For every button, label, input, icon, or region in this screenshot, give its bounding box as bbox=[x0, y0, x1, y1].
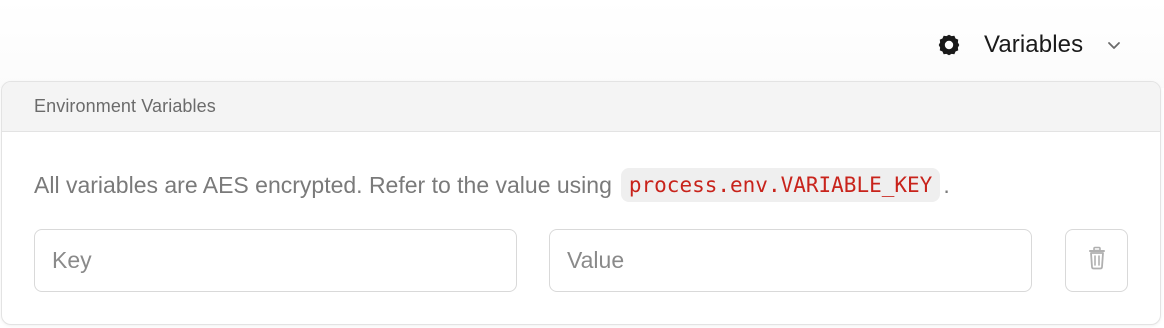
value-input[interactable] bbox=[549, 229, 1032, 292]
code-snippet: process.env.VARIABLE_KEY bbox=[620, 168, 941, 202]
trash-icon bbox=[1086, 246, 1108, 275]
environment-variables-panel: Environment Variables All variables are … bbox=[1, 81, 1161, 325]
key-input[interactable] bbox=[34, 229, 517, 292]
panel-title: Environment Variables bbox=[34, 96, 216, 116]
encryption-description: All variables are AES encrypted. Refer t… bbox=[34, 168, 950, 202]
variables-label: Variables bbox=[984, 31, 1084, 58]
description-text: All variables are AES encrypted. Refer t… bbox=[34, 171, 612, 198]
panel-header: Environment Variables bbox=[2, 82, 1160, 132]
chevron-down-icon bbox=[1105, 36, 1123, 54]
gear-icon bbox=[934, 30, 964, 60]
top-bar: Variables bbox=[0, 0, 1164, 88]
variables-dropdown-button[interactable]: Variables bbox=[934, 26, 1123, 64]
delete-variable-button[interactable] bbox=[1065, 229, 1128, 292]
description-period: . bbox=[943, 171, 950, 198]
